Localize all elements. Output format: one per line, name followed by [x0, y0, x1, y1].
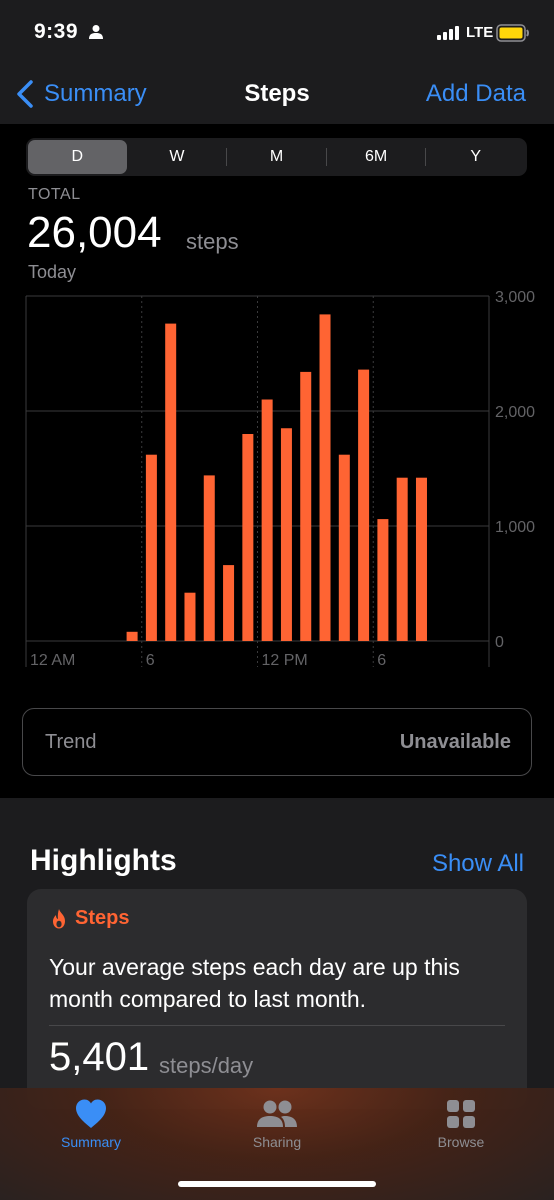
status-bar: 9:39 LTE [0, 0, 554, 64]
tab-sharing-label: Sharing [252, 1134, 302, 1150]
chart-bar [396, 477, 408, 641]
tab-sharing[interactable]: Sharing [217, 1098, 337, 1150]
chart-bar [184, 592, 196, 641]
add-data-button[interactable]: Add Data [426, 80, 526, 108]
chart-bar [319, 314, 331, 641]
segment-year[interactable]: Y [426, 140, 525, 174]
show-all-link[interactable]: Show All [432, 850, 524, 878]
heart-icon [76, 1099, 106, 1128]
carrier-label: LTE [466, 24, 494, 41]
tab-summary-label: Summary [61, 1134, 121, 1150]
trend-card[interactable]: Trend Unavailable [22, 708, 532, 776]
chart-bar [223, 565, 235, 641]
chart-bar [165, 323, 177, 641]
grid-icon [447, 1100, 475, 1128]
highlight-unit: steps/day [159, 1053, 254, 1078]
chart-bar [300, 371, 312, 641]
highlights-title: Highlights [30, 844, 177, 877]
chart-bar [338, 454, 350, 641]
total-steps-unit: steps [186, 229, 239, 254]
chart-bar [145, 454, 157, 641]
chart-bar [203, 475, 215, 641]
chart-bar [280, 428, 292, 641]
chart-bar [377, 519, 389, 641]
home-indicator [178, 1181, 376, 1187]
time-range-segmented-control: D W M 6M Y [26, 138, 527, 176]
tab-browse[interactable]: Browse [401, 1098, 521, 1150]
chart-bar [358, 369, 370, 641]
back-button-label: Summary [44, 80, 147, 107]
status-time: 9:39 [34, 20, 79, 43]
flame-icon [53, 908, 65, 928]
tab-summary[interactable]: Summary [31, 1098, 151, 1150]
highlight-text: Your average steps each day are up this … [49, 954, 460, 1012]
chart-x-tick-label: 12 AM [30, 652, 75, 669]
people-icon [257, 1100, 297, 1127]
highlight-card[interactable]: Steps Your average steps each day are up… [27, 889, 527, 1109]
chart-y-tick-label: 3,000 [495, 289, 535, 306]
chart-bar [415, 477, 427, 641]
chart-bar [126, 631, 138, 641]
chart-y-tick-label: 0 [495, 634, 504, 651]
chart-bar [261, 399, 273, 641]
segment-six-months[interactable]: 6M [327, 140, 426, 174]
chart-x-tick-label: 12 PM [262, 652, 308, 669]
tab-browse-label: Browse [437, 1134, 485, 1150]
battery-icon [496, 24, 529, 42]
back-button[interactable]: Summary [16, 76, 147, 112]
segment-week[interactable]: W [128, 140, 227, 174]
total-steps-value: 26,004 [27, 208, 162, 257]
chart-bar [242, 434, 254, 641]
chart-x-tick-label: 6 [377, 652, 386, 669]
trend-value: Unavailable [399, 731, 511, 753]
date-label: Today [28, 262, 77, 282]
person-icon [89, 25, 103, 39]
segment-day[interactable]: D [28, 140, 127, 174]
steps-bar-chart[interactable]: 3,000 2,000 1,000 0 12 AM 6 12 PM 6 [0, 286, 554, 682]
navigation-bar: Summary Steps Add Data [0, 64, 554, 124]
chart-y-tick-label: 2,000 [495, 404, 535, 421]
chart-y-tick-label: 1,000 [495, 519, 535, 536]
chevron-left-icon [17, 80, 33, 108]
chart-x-tick-label: 6 [146, 652, 155, 669]
total-label: TOTAL [28, 186, 81, 203]
divider [49, 1025, 505, 1026]
trend-label: Trend [45, 731, 97, 753]
segment-month[interactable]: M [227, 140, 326, 174]
highlight-value: 5,401 [49, 1035, 150, 1079]
highlight-card-header: Steps [51, 907, 129, 930]
signal-icon [437, 26, 459, 40]
highlight-category: Steps [75, 907, 130, 929]
